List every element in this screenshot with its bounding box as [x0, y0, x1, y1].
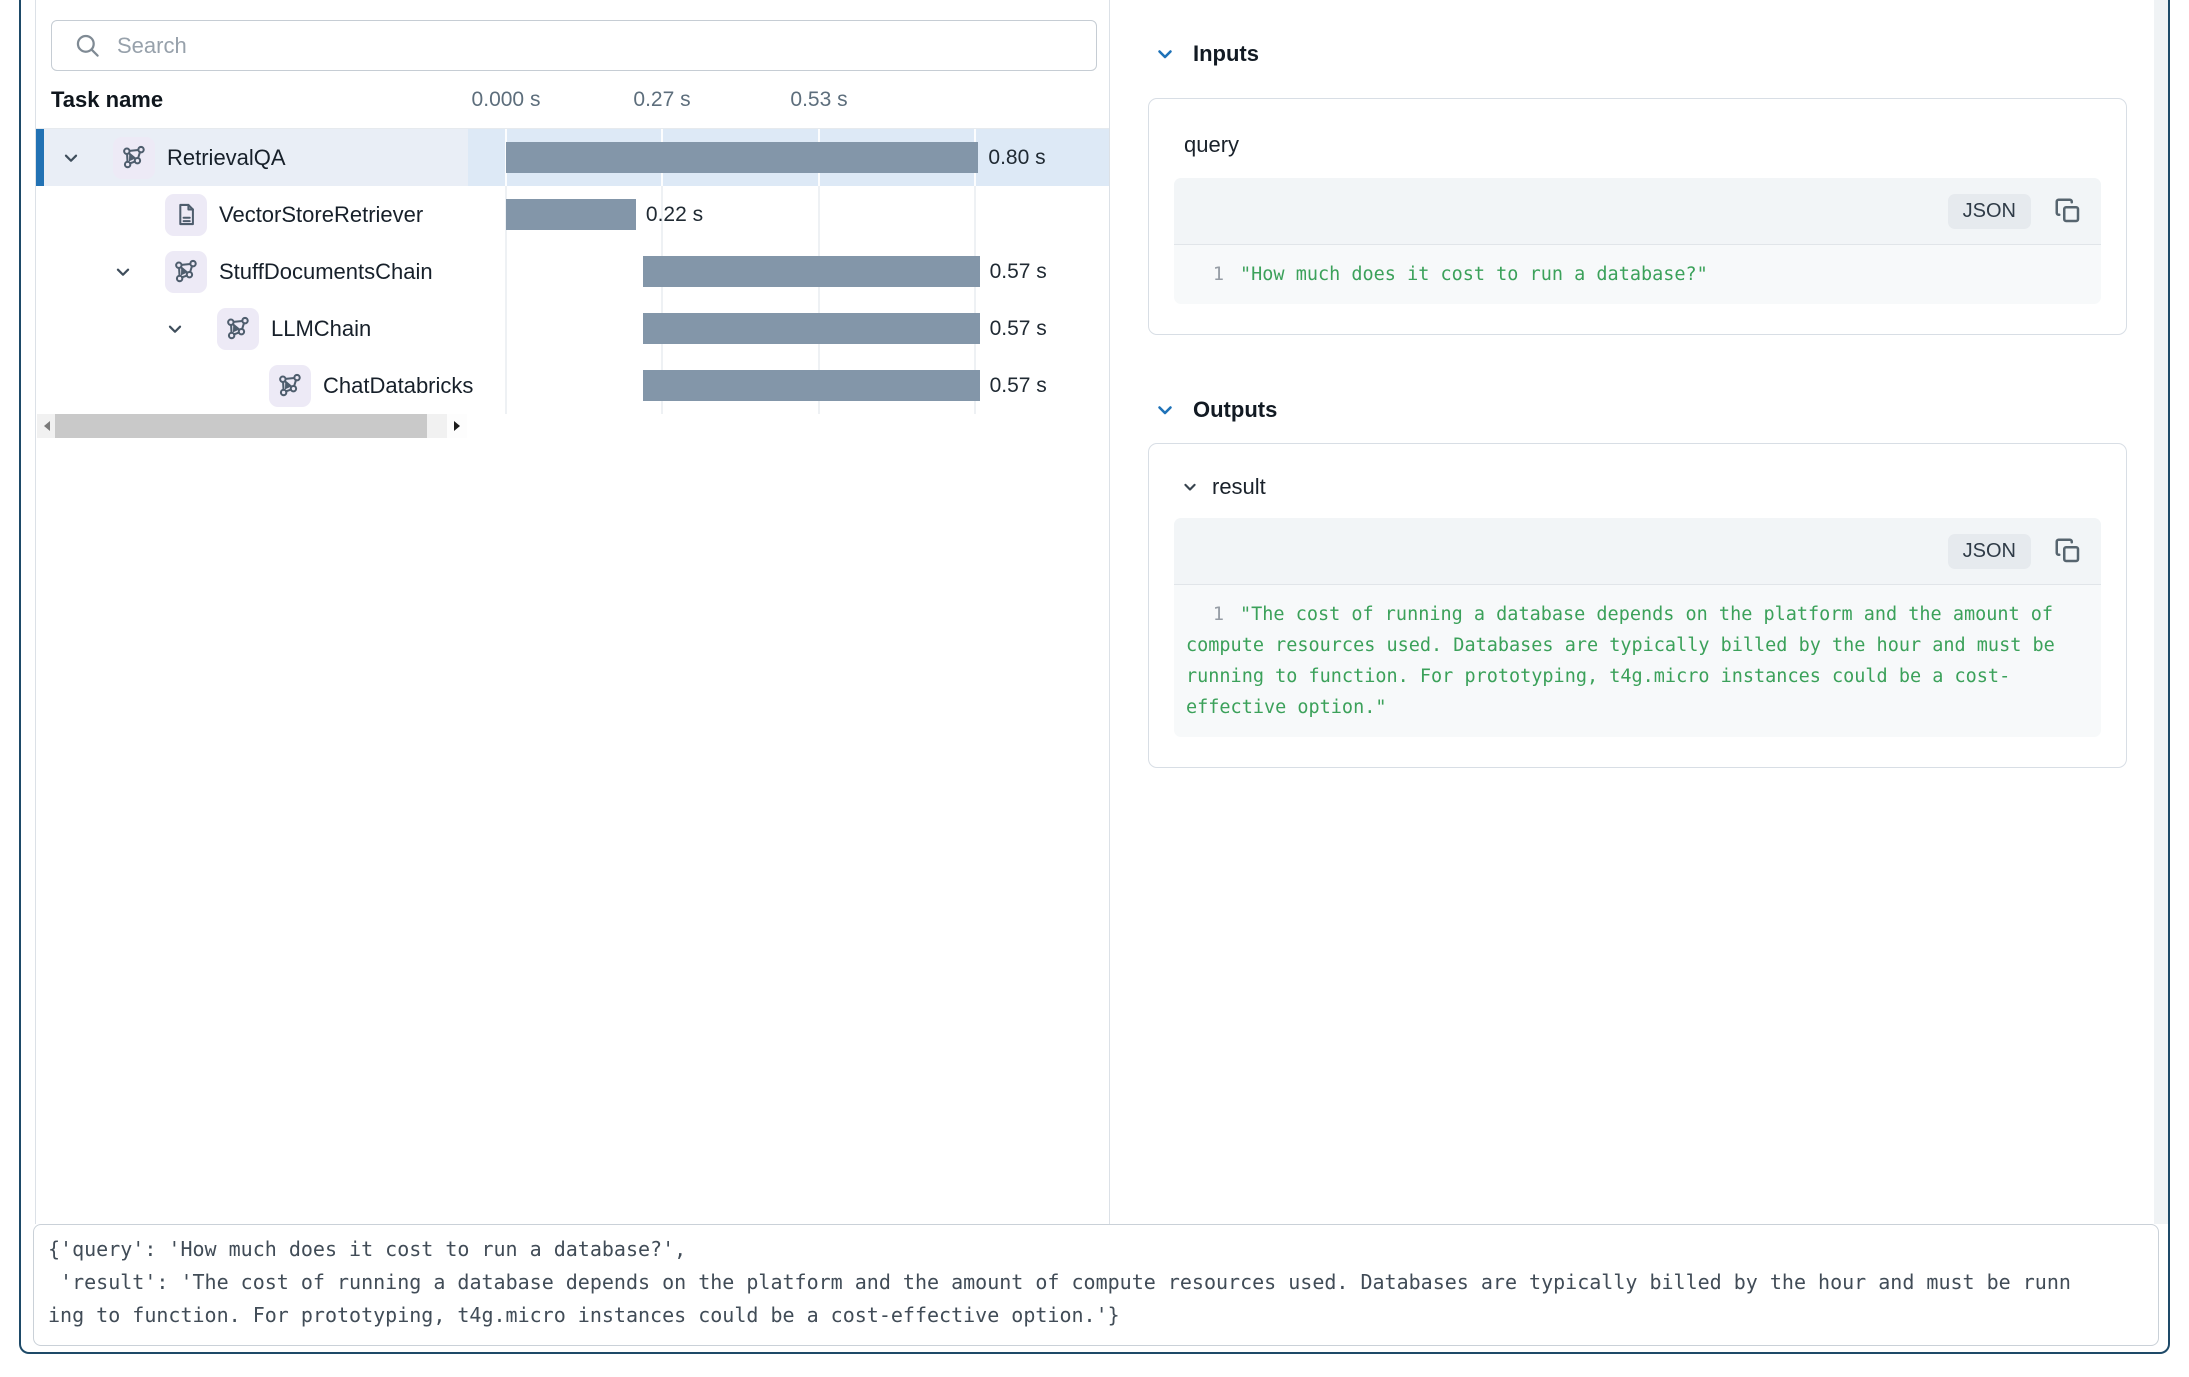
chain-icon-badge — [217, 308, 259, 350]
trace-rows: RetrievalQA 0.80 s VectorStoreRetriever 0.2… — [36, 129, 1109, 414]
outputs-card: result JSON 1"The cost of running a data… — [1148, 443, 2127, 768]
task-name-cell: ChatDatabricks — [36, 357, 647, 414]
task-name-cell: LLMChain — [36, 300, 595, 357]
document-icon — [173, 201, 200, 228]
chain-icon — [225, 315, 252, 342]
duration-label: 0.22 s — [646, 186, 703, 243]
duration-bar — [506, 142, 978, 173]
duration-bar — [643, 370, 980, 401]
duration-bar — [643, 313, 980, 344]
chevron-down-icon[interactable] — [1153, 398, 1177, 422]
task-name-label: ChatDatabricks — [323, 373, 473, 399]
chevron-down-icon[interactable] — [164, 318, 186, 340]
result-collapse-toggle[interactable]: result — [1180, 474, 2101, 500]
outputs-title: Outputs — [1193, 397, 1277, 423]
trace-row-RetrievalQA[interactable]: RetrievalQA 0.80 s — [36, 129, 1109, 186]
task-name-header: Task name — [51, 87, 163, 113]
axis-tick-1: 0.27 s — [633, 88, 690, 112]
span-detail-panel: Inputs query JSON 1 "How much does it cos… — [1145, 0, 2130, 768]
horizontal-scrollbar[interactable] — [37, 414, 467, 438]
expand-toggle[interactable] — [59, 146, 83, 170]
task-name-label: RetrievalQA — [167, 145, 286, 171]
duration-bar — [643, 256, 980, 287]
chevron-down-icon[interactable] — [112, 261, 134, 283]
trace-row-StuffDocumentsChain[interactable]: StuffDocumentsChain 0.57 s — [36, 243, 1109, 300]
trace-row-LLMChain[interactable]: LLMChain 0.57 s — [36, 300, 1109, 357]
code-block-toolbar: JSON — [1174, 178, 2101, 245]
json-format-button[interactable]: JSON — [1948, 534, 2031, 569]
output-field-name: result — [1212, 474, 1266, 500]
task-name-cell: VectorStoreRetriever — [36, 186, 543, 243]
chain-icon-badge — [113, 137, 155, 179]
result-code-block: JSON 1"The cost of running a database de… — [1174, 518, 2101, 737]
document-icon-badge — [165, 194, 207, 236]
trace-row-ChatDatabricks[interactable]: ChatDatabricks 0.57 s — [36, 357, 1109, 414]
outputs-section-header[interactable]: Outputs — [1145, 394, 2130, 426]
chain-icon-badge — [165, 251, 207, 293]
query-code-block: JSON 1 "How much does it cost to run a da… — [1174, 178, 2101, 304]
trace-viewer-cell: Search Task name 0.000 s 0.27 s 0.53 s R… — [0, 0, 2189, 1377]
vertical-scrollbar-track[interactable] — [2154, 0, 2170, 1224]
chevron-down-icon[interactable] — [1180, 477, 1200, 497]
inputs-section-header[interactable]: Inputs — [1145, 38, 2130, 70]
output-text: {'query': 'How much does it cost to run … — [34, 1225, 2158, 1340]
duration-label: 0.80 s — [988, 129, 1045, 186]
input-field-name: query — [1184, 132, 2101, 158]
task-name-cell: RetrievalQA — [36, 129, 491, 186]
copy-icon[interactable] — [2053, 196, 2083, 226]
expand-toggle[interactable] — [163, 317, 187, 341]
code-block-toolbar: JSON — [1174, 518, 2101, 585]
scroll-right-button[interactable] — [447, 414, 467, 438]
duration-label: 0.57 s — [990, 300, 1047, 357]
task-name-label: LLMChain — [271, 316, 371, 342]
query-value: "How much does it cost to run a database… — [1240, 264, 1708, 285]
chain-icon — [173, 258, 200, 285]
search-placeholder: Search — [117, 33, 187, 59]
axis-tick-2: 0.53 s — [790, 88, 847, 112]
trace-row-VectorStoreRetriever[interactable]: VectorStoreRetriever 0.22 s — [36, 186, 1109, 243]
chain-icon — [121, 144, 148, 171]
json-format-button[interactable]: JSON — [1948, 194, 2031, 229]
chain-icon-badge — [269, 365, 311, 407]
scroll-left-button[interactable] — [37, 414, 57, 438]
result-code-body: 1"The cost of running a database depends… — [1174, 585, 2101, 737]
duration-bar — [506, 199, 636, 230]
search-icon — [74, 32, 101, 59]
line-number: 1 — [1186, 259, 1224, 290]
duration-label: 0.57 s — [990, 357, 1047, 414]
result-value: "The cost of running a database depends … — [1186, 604, 2055, 718]
chain-icon — [277, 372, 304, 399]
trace-tree-panel: Search Task name 0.000 s 0.27 s 0.53 s R… — [35, 0, 1110, 1224]
tree-header-row: Task name 0.000 s 0.27 s 0.53 s — [36, 71, 1109, 129]
axis-tick-0: 0.000 s — [472, 88, 541, 112]
chevron-down-icon[interactable] — [60, 147, 82, 169]
task-name-label: StuffDocumentsChain — [219, 259, 433, 285]
inputs-title: Inputs — [1193, 41, 1259, 67]
duration-label: 0.57 s — [990, 243, 1047, 300]
inputs-card: query JSON 1 "How much does it cost to ru… — [1148, 98, 2127, 335]
search-input[interactable]: Search — [51, 20, 1097, 71]
line-number: 1 — [1186, 599, 1224, 630]
expand-toggle[interactable] — [111, 260, 135, 284]
notebook-text-output: {'query': 'How much does it cost to run … — [33, 1224, 2159, 1346]
query-code-body: 1 "How much does it cost to run a databas… — [1174, 245, 2101, 304]
task-name-label: VectorStoreRetriever — [219, 202, 423, 228]
task-name-cell: StuffDocumentsChain — [36, 243, 543, 300]
chevron-down-icon[interactable] — [1153, 42, 1177, 66]
copy-icon[interactable] — [2053, 536, 2083, 566]
scrollbar-thumb[interactable] — [55, 414, 427, 438]
